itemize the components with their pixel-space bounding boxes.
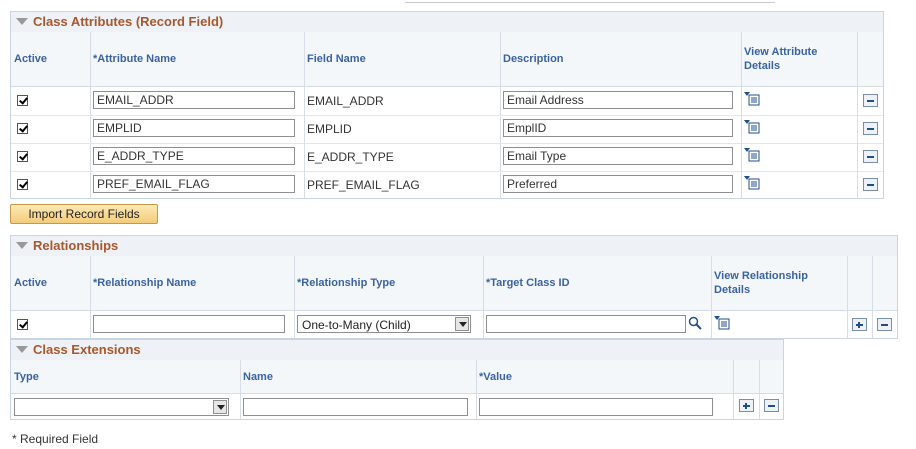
import-record-fields-button[interactable]: Import Record Fields [10,204,158,224]
view-details-icon[interactable] [744,176,760,190]
col-relationship-type: *Relationship Type [297,277,396,289]
relationships-header[interactable]: Relationships [11,236,897,257]
description-input[interactable] [503,175,733,193]
target-class-id-input[interactable] [486,315,686,333]
delete-row-icon[interactable] [863,94,878,107]
col-name: Name [243,371,273,383]
type-select[interactable] [14,398,229,416]
col-description: Description [503,53,564,65]
active-checkbox[interactable] [17,95,28,106]
required-field-note: * Required Field [12,432,99,446]
view-details-icon[interactable] [744,92,760,106]
view-details-icon[interactable] [744,120,760,134]
extensions-column-headers: Type Name *Value [11,360,783,394]
field-name: PREF_EMAIL_FLAG [307,178,420,192]
col-target-class-id: *Target Class ID [486,277,570,289]
delete-row-icon[interactable] [877,318,892,331]
col-active: Active [14,277,48,289]
field-name: E_ADDR_TYPE [307,150,394,164]
col-relationship-name: *Relationship Name [93,277,197,289]
selected-value: One-to-Many (Child) [302,318,411,332]
view-details-icon[interactable] [714,316,730,330]
name-input[interactable] [243,398,468,416]
description-input[interactable] [503,91,733,109]
relationships-column-headers: Active *Relationship Name *Relationship … [11,256,897,311]
chevron-down-icon[interactable] [213,400,227,414]
description-input[interactable] [503,147,733,165]
active-checkbox[interactable] [17,179,28,190]
section-title: Relationships [33,238,119,253]
col-field-name: Field Name [307,53,366,65]
relationships-section: Relationships Active *Relationship Name … [10,235,898,339]
delete-row-icon[interactable] [863,178,878,191]
col-view-attribute-details: View Attribute Details [744,46,818,72]
delete-row-icon[interactable] [863,150,878,163]
col-value: *Value [479,371,513,383]
table-row: EMPLID [11,115,883,144]
attribute-name-input[interactable] [93,119,295,137]
field-name: EMPLID [307,122,352,136]
class-extensions-section: Class Extensions Type Name *Value [10,339,784,420]
attribute-name-input[interactable] [93,175,295,193]
delete-row-icon[interactable] [764,399,779,412]
active-checkbox[interactable] [17,151,28,162]
collapse-triangle-icon[interactable] [16,346,28,353]
class-attributes-header[interactable]: Class Attributes (Record Field) [11,12,883,33]
table-row [11,394,783,420]
top-divider [405,0,775,3]
collapse-triangle-icon[interactable] [16,18,28,25]
chevron-down-icon[interactable] [455,317,469,331]
table-row: One-to-Many (Child) [11,311,897,339]
delete-row-icon[interactable] [863,122,878,135]
add-row-icon[interactable] [739,399,754,412]
lookup-icon[interactable] [688,316,702,330]
col-attribute-name: *Attribute Name [93,53,177,65]
section-title: Class Attributes (Record Field) [33,14,224,29]
attribute-name-input[interactable] [93,147,295,165]
relationship-type-select[interactable]: One-to-Many (Child) [297,315,471,333]
relationship-name-input[interactable] [93,315,285,333]
active-checkbox[interactable] [17,123,28,134]
description-input[interactable] [503,119,733,137]
class-attributes-section: Class Attributes (Record Field) Active *… [10,11,884,199]
table-row: EMAIL_ADDR [11,87,883,116]
collapse-triangle-icon[interactable] [16,242,28,249]
col-view-relationship-details: View Relationship Details [714,270,808,296]
value-input[interactable] [479,398,713,416]
active-checkbox[interactable] [17,319,28,330]
table-row: E_ADDR_TYPE [11,143,883,172]
attribute-name-input[interactable] [93,91,295,109]
class-extensions-header[interactable]: Class Extensions [11,340,783,361]
add-row-icon[interactable] [852,318,867,331]
col-active: Active [14,53,48,65]
col-type: Type [14,371,39,383]
view-details-icon[interactable] [744,148,760,162]
field-name: EMAIL_ADDR [307,94,384,108]
section-title: Class Extensions [33,342,141,357]
table-row: PREF_EMAIL_FLAG [11,171,883,199]
attributes-column-headers: Active *Attribute Name Field Name Descri… [11,32,883,87]
